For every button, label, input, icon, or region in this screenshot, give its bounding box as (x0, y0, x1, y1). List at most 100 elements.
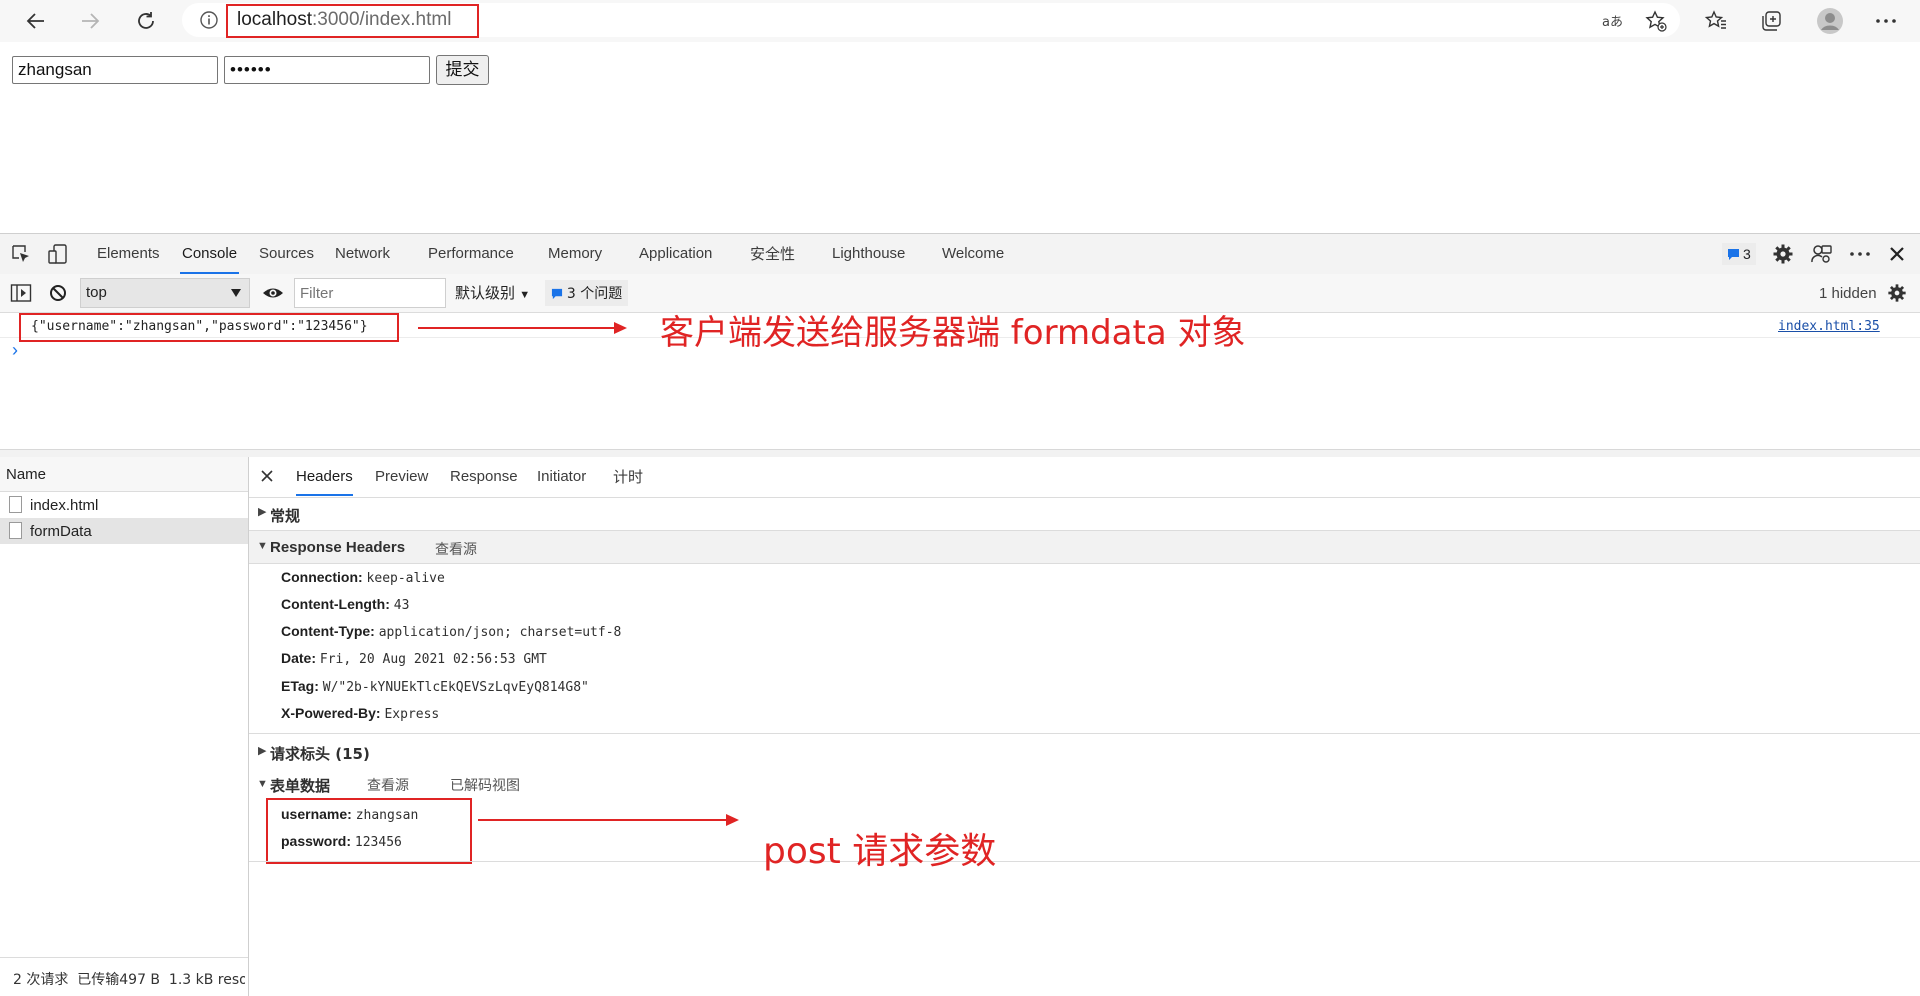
message-icon (551, 289, 563, 300)
console-source-link[interactable]: index.html:35 (1778, 319, 1880, 334)
tab-console[interactable]: Console (180, 234, 240, 274)
header-name: Connection: (281, 569, 363, 585)
tab-elements[interactable]: Elements (97, 234, 160, 274)
refresh-icon[interactable] (130, 5, 162, 37)
console-annotation-text: 客户端发送给服务器端 formdata 对象 (660, 313, 1246, 353)
sidebar-toggle-icon[interactable] (10, 283, 32, 303)
header-value: W/"2b-kYNUEkTlcEkQEVSzLqvEyQ814G8" (322, 680, 589, 695)
tab-security[interactable]: 安全性 (750, 234, 795, 274)
network-summary: 2 次请求 已传输497 B 1.3 kB resou (13, 972, 245, 988)
expand-arrow-icon: ▶ (258, 506, 267, 518)
close-devtools-icon[interactable] (1888, 245, 1906, 263)
inspect-element-icon[interactable] (10, 243, 32, 265)
tab-performance[interactable]: Performance (428, 234, 514, 274)
header-name: X-Powered-By: (281, 705, 381, 721)
tab-sources[interactable]: Sources (259, 234, 314, 274)
more-menu-icon[interactable] (1870, 5, 1902, 37)
console-issues-button[interactable]: 3 个问题 (545, 280, 629, 306)
tab-application[interactable]: Application (639, 234, 712, 274)
header-value: Express (384, 707, 440, 722)
tab-network[interactable]: Network (335, 234, 390, 274)
document-file-icon (9, 496, 22, 513)
collections-icon[interactable] (1756, 5, 1788, 37)
annotation-arrow-console (418, 322, 627, 334)
log-level-selector[interactable]: 默认级别 ▼ (455, 282, 530, 303)
add-favorite-icon[interactable] (1640, 5, 1672, 37)
favorites-icon[interactable] (1700, 5, 1732, 37)
console-prompt[interactable]: › (12, 340, 18, 361)
back-icon[interactable] (20, 5, 52, 37)
message-icon (1728, 248, 1739, 260)
header-value: Fri, 20 Aug 2021 02:56:53 GMT (319, 652, 547, 667)
tab-timing[interactable]: 计时 (613, 458, 643, 496)
feedback-icon[interactable] (1810, 243, 1832, 265)
name-column-header[interactable]: Name (6, 466, 46, 483)
expand-arrow-icon: ▶ (258, 745, 267, 757)
tab-preview[interactable]: Preview (375, 458, 428, 496)
summary-divider (0, 957, 248, 958)
request-headers-title[interactable]: 请求标头 (15) (270, 743, 370, 764)
annotation-arrow-form (478, 814, 739, 826)
collapse-arrow-icon: ▼ (257, 778, 268, 790)
form-view-decoded-link[interactable]: 已解码视图 (450, 775, 520, 795)
response-header-row: Content-Length: 43 (281, 596, 409, 613)
svg-text:aあ: aあ (1602, 15, 1623, 30)
device-toolbar-icon[interactable] (47, 243, 69, 265)
form-annotation-text: post 请求参数 (763, 831, 997, 872)
tab-initiator[interactable]: Initiator (537, 458, 586, 496)
general-section[interactable] (249, 498, 1920, 531)
request-name[interactable]: formData (30, 523, 92, 540)
context-value: top (86, 284, 107, 301)
issues-text: 3 个问题 (566, 286, 623, 302)
tab-memory[interactable]: Memory (548, 234, 602, 274)
collapse-arrow-icon: ▼ (257, 540, 268, 552)
response-headers-section[interactable] (249, 531, 1920, 564)
context-selector[interactable]: top (80, 278, 250, 308)
close-details-icon[interactable] (261, 470, 273, 482)
form-data-row: username: zhangsan (281, 806, 418, 823)
username-input[interactable] (12, 56, 218, 84)
form-view-source-link[interactable]: 查看源 (367, 775, 409, 795)
header-name: Content-Length: (281, 596, 390, 612)
header-value: 43 (393, 598, 410, 613)
settings-gear-icon[interactable] (1772, 243, 1794, 265)
response-header-row: Connection: keep-alive (281, 569, 445, 586)
response-header-row: X-Powered-By: Express (281, 705, 439, 722)
form-field-name: password: (281, 833, 352, 849)
live-expression-eye-icon[interactable] (262, 283, 284, 303)
console-filter-input[interactable] (294, 278, 446, 308)
hidden-count: 1 hidden (1819, 285, 1877, 302)
dropdown-arrow-icon: ▼ (519, 289, 531, 301)
profile-avatar-icon[interactable] (1814, 5, 1846, 37)
dropdown-arrow-icon (231, 289, 241, 297)
devtools-more-icon[interactable] (1849, 246, 1871, 262)
submit-button[interactable]: 提交 (436, 55, 489, 85)
tab-welcome[interactable]: Welcome (942, 234, 1004, 274)
tab-headers[interactable]: Headers (296, 458, 353, 496)
site-info-icon[interactable] (199, 10, 219, 30)
forward-icon[interactable] (74, 5, 106, 37)
request-name[interactable]: index.html (30, 497, 98, 514)
form-data-title[interactable]: 表单数据 (270, 775, 330, 796)
response-headers-title: Response Headers (270, 539, 406, 556)
url-annotation-box (226, 4, 479, 38)
header-name: Date: (281, 650, 317, 666)
view-source-link[interactable]: 查看源 (435, 539, 477, 559)
issues-counter[interactable]: 3 (1722, 243, 1756, 265)
read-aloud-icon[interactable]: aあ (1596, 5, 1628, 37)
clear-console-icon[interactable] (49, 284, 67, 302)
tab-lighthouse[interactable]: Lighthouse (832, 234, 905, 274)
section-divider (249, 861, 1920, 862)
password-input[interactable]: •••••• (224, 56, 430, 84)
console-message: {"username":"zhangsan","password":"12345… (31, 319, 368, 334)
section-divider (249, 733, 1920, 734)
response-header-row: ETag: W/"2b-kYNUEkTlcEkQEVSzLqvEyQ814G8" (281, 678, 589, 695)
general-section-title: 常规 (270, 507, 301, 525)
response-header-row: Content-Type: application/json; charset=… (281, 623, 621, 640)
console-settings-gear-icon[interactable] (1887, 283, 1907, 303)
response-header-row: Date: Fri, 20 Aug 2021 02:56:53 GMT (281, 650, 547, 667)
issues-count: 3 (1743, 246, 1751, 262)
form-field-name: username: (281, 806, 352, 822)
header-name: ETag: (281, 678, 319, 694)
tab-response[interactable]: Response (450, 458, 518, 496)
